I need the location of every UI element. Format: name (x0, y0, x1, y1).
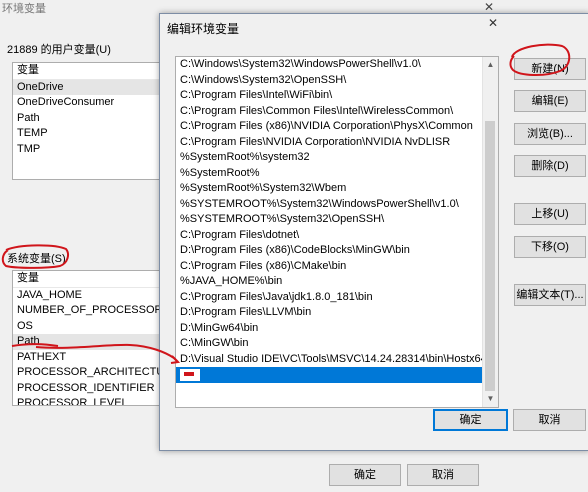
system-variable-row[interactable]: NUMBER_OF_PROCESSORS (13, 303, 159, 319)
edit-button[interactable]: 编辑(E) (514, 90, 586, 112)
window-title: 环境变量 (2, 3, 46, 15)
path-entry[interactable]: %SYSTEMROOT%\System32\OpenSSH\ (176, 212, 498, 228)
path-entry[interactable]: D:\Program Files\LLVM\bin (176, 305, 498, 321)
move-up-button[interactable]: 上移(U) (514, 203, 586, 225)
move-down-button[interactable]: 下移(O) (514, 236, 586, 258)
system-variable-row[interactable]: PROCESSOR_ARCHITECTURE (13, 365, 159, 381)
path-entry[interactable]: C:\Program Files (x86)\CMake\bin (176, 259, 498, 275)
new-path-input[interactable] (179, 368, 201, 382)
column-header-variable[interactable]: 变量 (13, 271, 159, 288)
env-ok-button[interactable]: 确定 (329, 464, 401, 486)
edit-environment-variable-dialog: 编辑环境变量 ✕ C:\Windows\System32\WindowsPowe… (159, 13, 588, 451)
path-entry[interactable]: C:\Program Files\dotnet\ (176, 228, 498, 244)
path-entry[interactable]: C:\Program Files (x86)\NVIDIA Corporatio… (176, 119, 498, 135)
path-entry[interactable]: %SystemRoot%\System32\Wbem (176, 181, 498, 197)
path-entry[interactable]: C:\MinGW\bin (176, 336, 498, 352)
path-entry[interactable]: C:\Windows\System32\OpenSSH\ (176, 73, 498, 89)
ok-button[interactable]: 确定 (433, 409, 508, 431)
new-path-entry[interactable] (176, 367, 498, 383)
scroll-down-icon[interactable]: ▼ (483, 391, 498, 407)
path-entry[interactable]: C:\Program Files\Java\jdk1.8.0_181\bin (176, 290, 498, 306)
system-variable-row[interactable]: PATHEXT (13, 350, 159, 366)
user-variable-row[interactable]: TMP (13, 142, 159, 158)
path-entry[interactable]: C:\Program Files\NVIDIA Corporation\NVID… (176, 135, 498, 151)
user-variables-label: 21889 的用户变量(U) (7, 44, 111, 56)
close-icon[interactable]: ✕ (486, 16, 500, 32)
browse-button[interactable]: 浏览(B)... (514, 123, 586, 145)
user-variable-row[interactable]: OneDriveConsumer (13, 95, 159, 111)
path-entry[interactable]: D:\MinGw64\bin (176, 321, 498, 337)
path-entry[interactable]: %SYSTEMROOT%\System32\WindowsPowerShell\… (176, 197, 498, 213)
scrollbar-thumb[interactable] (485, 121, 495, 391)
path-entry[interactable]: C:\Program Files\Intel\WiFi\bin\ (176, 88, 498, 104)
edit-text-button[interactable]: 编辑文本(T)... (514, 284, 586, 306)
path-entry[interactable]: C:\Program Files\Common Files\Intel\Wire… (176, 104, 498, 120)
path-entry[interactable]: %JAVA_HOME%\bin (176, 274, 498, 290)
user-variable-row[interactable]: Path (13, 111, 159, 127)
path-entry[interactable]: D:\Visual Studio IDE\VC\Tools\MSVC\14.24… (176, 352, 498, 368)
system-variable-row[interactable]: OS (13, 319, 159, 335)
column-header-variable[interactable]: 变量 (13, 63, 159, 80)
delete-button[interactable]: 删除(D) (514, 155, 586, 177)
system-variables-list[interactable]: 变量 JAVA_HOME NUMBER_OF_PROCESSORS OS Path PA… (12, 270, 160, 406)
env-cancel-button[interactable]: 取消 (407, 464, 479, 486)
system-variables-label-wrap: 系统变量(S) (5, 249, 68, 267)
path-rows: C:\Windows\System32\WindowsPowerShell\v1… (176, 57, 498, 367)
vertical-scrollbar[interactable]: ▲ ▼ (482, 57, 498, 407)
path-entry[interactable]: C:\Windows\System32\WindowsPowerShell\v1… (176, 57, 498, 73)
system-variable-row[interactable]: PROCESSOR_IDENTIFIER (13, 381, 159, 397)
path-list[interactable]: C:\Windows\System32\WindowsPowerShell\v1… (175, 56, 499, 408)
new-button[interactable]: 新建(N) (514, 58, 586, 80)
user-variables-list[interactable]: 变量 OneDrive OneDriveConsumer Path TEMP TMP (12, 62, 160, 180)
dialog-title: 编辑环境变量 (167, 22, 240, 36)
path-entry[interactable]: %SystemRoot% (176, 166, 498, 182)
scroll-up-icon[interactable]: ▲ (483, 57, 498, 73)
system-variables-label: 系统变量(S) (7, 253, 66, 265)
user-variable-row[interactable]: OneDrive (13, 79, 159, 95)
path-entry[interactable]: %SystemRoot%\system32 (176, 150, 498, 166)
system-variable-row[interactable]: JAVA_HOME (13, 288, 159, 304)
path-entry[interactable]: D:\Program Files (x86)\CodeBlocks\MinGW\… (176, 243, 498, 259)
system-variable-row[interactable]: PROCESSOR_LEVEL (13, 396, 159, 405)
cancel-button[interactable]: 取消 (513, 409, 586, 431)
system-variable-row[interactable]: Path (13, 334, 159, 350)
user-variable-row[interactable]: TEMP (13, 126, 159, 142)
